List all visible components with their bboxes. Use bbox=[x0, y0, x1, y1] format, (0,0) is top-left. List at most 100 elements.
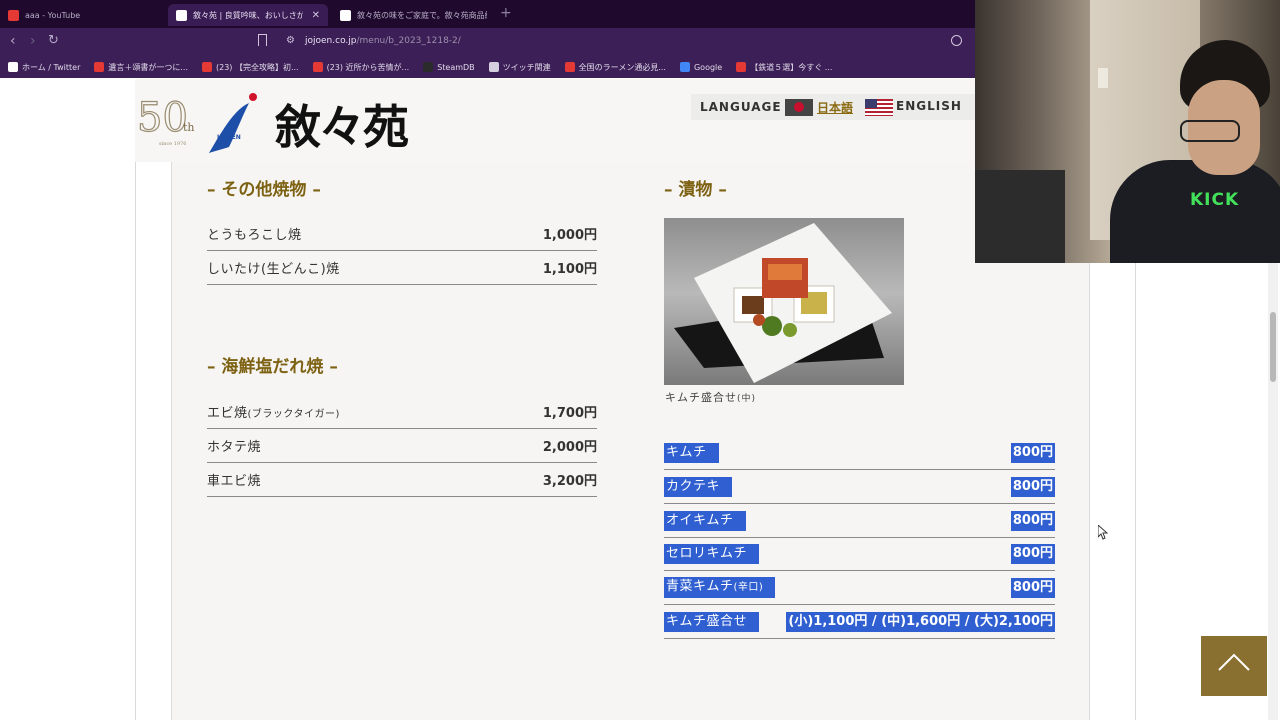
brand-registered-mark bbox=[400, 135, 405, 140]
menu-item-price: 800円 bbox=[1010, 442, 1055, 463]
bookmark-item[interactable]: 遺言＋頌書が一つに... bbox=[94, 62, 188, 73]
menu-item-name: キムチ bbox=[664, 442, 719, 463]
svg-text:since 1976: since 1976 bbox=[159, 141, 186, 147]
svg-text:JOJOEN: JOJOEN bbox=[216, 134, 241, 141]
bookmark-label: (23) 近所から苦情が... bbox=[326, 62, 410, 72]
menu-row: ホタテ焼 2,000円 bbox=[207, 429, 597, 463]
menu-item-price: 800円 bbox=[1010, 476, 1055, 497]
section-title-pickles: – 漬物 – bbox=[664, 180, 727, 200]
menu-row: エビ焼(ブラックタイガー) 1,700円 bbox=[207, 395, 597, 429]
language-switcher: LANGUAGE : 日本語 ENGLISH bbox=[691, 94, 981, 120]
new-tab-button[interactable]: + bbox=[500, 5, 512, 21]
bookmark-item[interactable]: 全国のラーメン通必見... bbox=[564, 62, 666, 73]
reload-icon[interactable]: ↻ bbox=[48, 34, 59, 48]
bookmark-label: 【鉄道５選】今すぐ ... bbox=[750, 62, 833, 72]
menu-item-name: とうもろこし焼 bbox=[207, 228, 302, 243]
us-flag-icon[interactable] bbox=[865, 99, 893, 116]
menu-item-name: キムチ盛合せ bbox=[664, 611, 760, 632]
menu-item-name: 車エビ焼 bbox=[207, 474, 262, 489]
tab-jojoen-shop[interactable]: 敘々苑の味をご家庭で。敘々苑商品紹 bbox=[332, 4, 492, 26]
svg-text:th: th bbox=[183, 121, 195, 134]
menu-item-name: ホタテ焼 bbox=[207, 440, 262, 455]
menu-item-name: オイキムチ bbox=[664, 510, 746, 531]
scrollbar-thumb[interactable] bbox=[1270, 312, 1276, 382]
photo-caption: キムチ盛合せ(中) bbox=[665, 391, 757, 404]
menu-item-name: セロリキムチ bbox=[664, 543, 760, 564]
menu-item-name: カクテキ bbox=[664, 476, 733, 497]
bookmark-item[interactable]: 【鉄道５選】今すぐ ... bbox=[736, 62, 832, 73]
tab-title: 敘々苑の味をご家庭で。敘々苑商品紹 bbox=[357, 10, 487, 20]
forward-arrow-icon[interactable]: › bbox=[30, 34, 36, 48]
menu-item-price: 800円 bbox=[1010, 543, 1055, 564]
menu-item-name: エビ焼(ブラックタイガー) bbox=[207, 406, 340, 421]
50th-anniversary-logo: 50 th since 1976 bbox=[137, 94, 195, 147]
bookmark-item[interactable]: (23) 【完全攻略】初... bbox=[202, 62, 299, 73]
google-icon bbox=[679, 62, 690, 72]
webcam-person: KICK bbox=[1110, 40, 1280, 263]
bookmark-label: SteamDB bbox=[437, 62, 475, 72]
menu-row: キムチ盛合せ (小)1,100円 / (中)1,600円 / (大)2,100円 bbox=[664, 605, 1055, 639]
divider bbox=[135, 162, 136, 720]
menu-item-price: (小)1,100円 / (中)1,600円 / (大)2,100円 bbox=[786, 611, 1055, 632]
menu-item-price: 1,000円 bbox=[542, 228, 597, 243]
brand-logo-text[interactable]: 敘々苑 bbox=[275, 91, 409, 157]
bookmark-item[interactable]: SteamDB bbox=[423, 62, 475, 72]
close-tab-icon[interactable]: ✕ bbox=[312, 10, 320, 21]
language-english-link[interactable]: ENGLISH bbox=[896, 99, 962, 113]
bookmark-item[interactable]: Google bbox=[679, 62, 723, 72]
bookmark-label: 遺言＋頌書が一つに... bbox=[108, 62, 188, 72]
menu-row: しいたけ(生どんこ)焼 1,100円 bbox=[207, 251, 597, 285]
tab-bar: aaa - YouTube 敘々苑 | 良質吟味、おいしさが最良 ✕ 敘々苑の味… bbox=[0, 0, 975, 28]
bookmarks-bar: ホーム / Twitter 遺言＋頌書が一つに... (23) 【完全攻略】初...… bbox=[0, 56, 975, 78]
webcam-chair bbox=[975, 170, 1065, 263]
menu-item-price: 2,000円 bbox=[542, 440, 597, 455]
menu-item-price: 800円 bbox=[1010, 510, 1055, 531]
language-label: LANGUAGE : bbox=[700, 100, 793, 114]
bookmark-label: ホーム / Twitter bbox=[22, 62, 81, 72]
menu-row: 青菜キムチ(辛口) 800円 bbox=[664, 571, 1055, 605]
bookmark-label: ツイッチ関連 bbox=[502, 62, 551, 72]
webcam-hoodie bbox=[1110, 160, 1280, 263]
tab-jojoen-menu[interactable]: 敘々苑 | 良質吟味、おいしさが最良 ✕ bbox=[168, 4, 328, 26]
menu-item-name: 青菜キムチ(辛口) bbox=[664, 577, 776, 598]
svg-text:50: 50 bbox=[137, 95, 188, 141]
back-arrow-icon[interactable]: ‹ bbox=[10, 34, 16, 48]
tab-youtube[interactable]: aaa - YouTube bbox=[0, 4, 166, 26]
bookmark-item[interactable]: (23) 近所から苦情が... bbox=[312, 62, 410, 73]
japan-flag-icon[interactable] bbox=[785, 99, 813, 116]
menu-row: とうもろこし焼 1,000円 bbox=[207, 217, 597, 251]
address-toolbar: ‹ › ↻ ⚙ jojoen.co.jp/menu/b_2023_1218-2/ bbox=[0, 28, 975, 56]
section-title-seafood: – 海鮮塩だれ焼 – bbox=[207, 357, 338, 377]
site-info-icon[interactable]: ⚙ bbox=[286, 35, 295, 46]
language-japanese-link[interactable]: 日本語 bbox=[817, 99, 853, 116]
bookmark-label: (23) 【完全攻略】初... bbox=[216, 62, 299, 72]
steamdb-icon bbox=[423, 62, 434, 72]
jojoen-mark-logo: JOJOEN bbox=[209, 93, 257, 153]
webcam-light-switch bbox=[1098, 68, 1108, 88]
tab-title: 敘々苑 | 良質吟味、おいしさが最良 bbox=[193, 10, 303, 20]
menu-item-price: 800円 bbox=[1010, 577, 1055, 598]
mouse-cursor-icon bbox=[1098, 525, 1108, 540]
url-text[interactable]: jojoen.co.jp/menu/b_2023_1218-2/ bbox=[305, 36, 461, 46]
bookmark-item[interactable]: ホーム / Twitter bbox=[8, 62, 80, 73]
kimchi-platter-photo bbox=[664, 218, 904, 385]
menu-row: セロリキムチ 800円 bbox=[664, 537, 1055, 571]
bookmark-label: 全国のラーメン通必見... bbox=[578, 62, 666, 72]
menu-item-price: 1,100円 bbox=[542, 262, 597, 277]
youtube-icon bbox=[736, 62, 747, 72]
bookmark-item[interactable]: ツイッチ関連 bbox=[488, 62, 551, 73]
divider bbox=[1135, 262, 1136, 720]
menu-row: オイキムチ 800円 bbox=[664, 504, 1055, 538]
chevron-up-icon bbox=[1218, 653, 1250, 671]
youtube-icon bbox=[312, 62, 323, 72]
bookmark-icon bbox=[94, 62, 105, 72]
x-icon bbox=[8, 62, 18, 72]
menu-item-price: 3,200円 bbox=[542, 474, 597, 489]
back-to-top-button[interactable] bbox=[1201, 636, 1267, 696]
bookmark-label: Google bbox=[693, 62, 723, 72]
webcam-glasses bbox=[1180, 120, 1240, 142]
bookmark-icon[interactable] bbox=[258, 34, 267, 46]
zoom-icon[interactable] bbox=[951, 35, 962, 46]
jojoen-site-icon bbox=[340, 9, 351, 21]
address-bar[interactable]: ⚙ jojoen.co.jp/menu/b_2023_1218-2/ bbox=[250, 32, 970, 52]
